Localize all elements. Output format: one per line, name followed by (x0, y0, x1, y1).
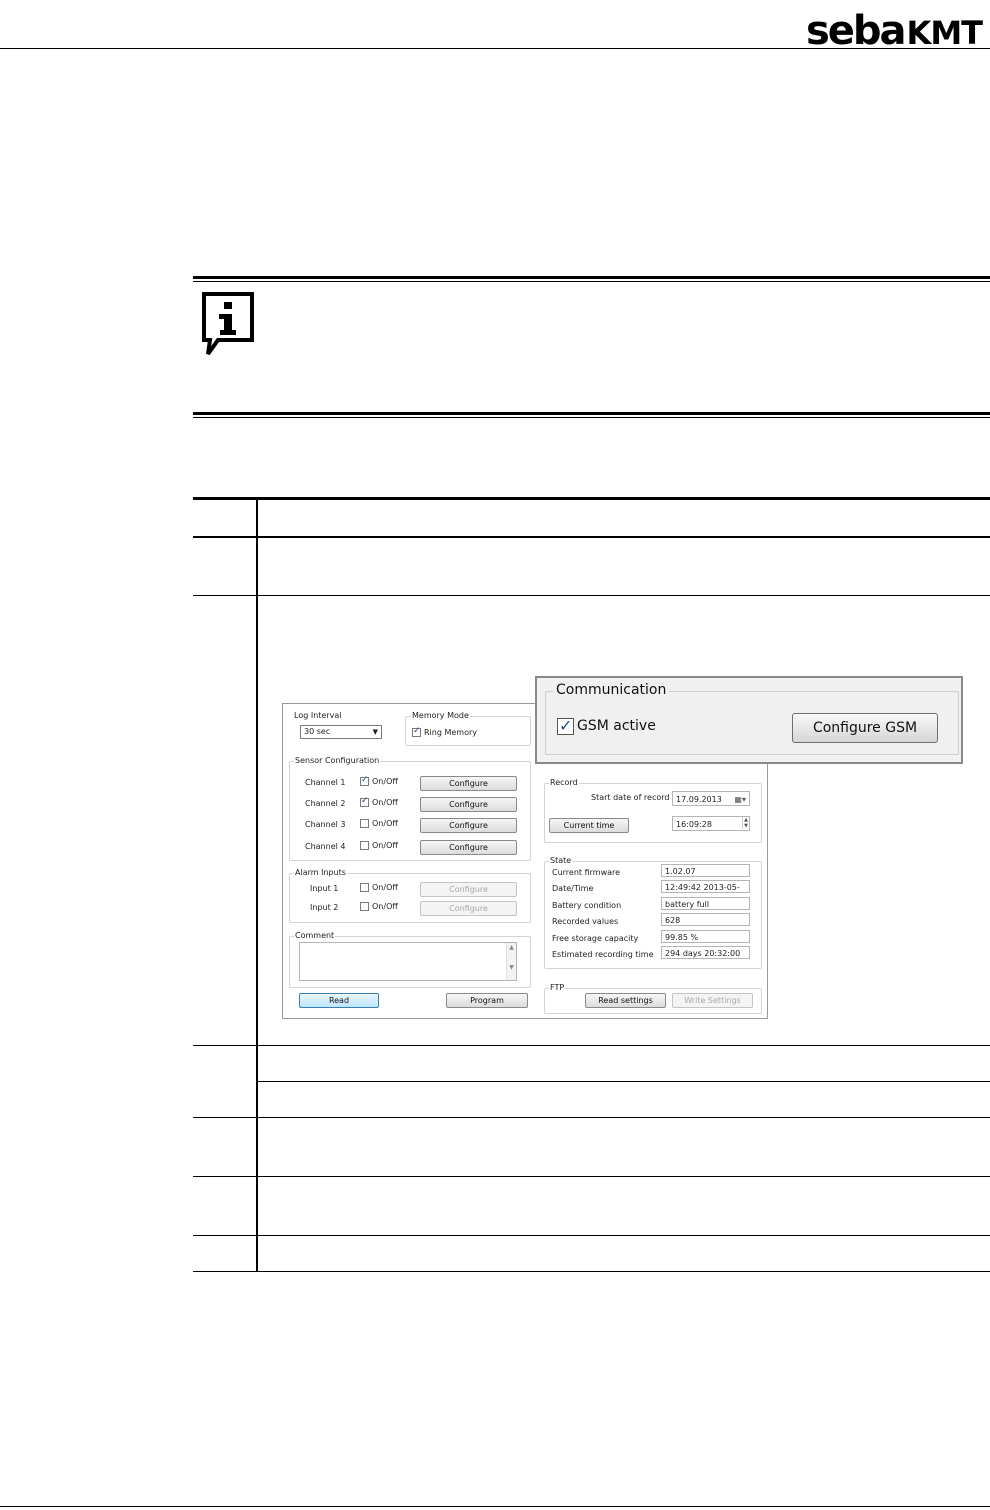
logo-kmt: KMT (906, 14, 983, 52)
channel-4-configure-button[interactable]: Configure (420, 840, 517, 855)
channel-2-configure-button[interactable]: Configure (420, 797, 517, 812)
table-row-rule (193, 595, 990, 596)
state-label: State (549, 856, 573, 865)
table-bottom-rule (193, 1271, 990, 1272)
memory-mode-label: Memory Mode (411, 711, 470, 720)
communication-title: Communication (553, 682, 670, 698)
ftp-label: FTP (549, 983, 566, 992)
program-button[interactable]: Program (446, 993, 528, 1008)
channel-3-checkbox[interactable] (360, 819, 369, 828)
channel-4-checkbox[interactable] (360, 841, 369, 850)
input-1-toggle-label: On/Off (372, 883, 398, 892)
state-row-value: 99.85 % (661, 930, 750, 943)
input-1-label: Input 1 (310, 884, 339, 893)
channel-2-checkbox[interactable] (360, 796, 369, 807)
start-date-value: 17.09.2013 (676, 795, 722, 804)
input-2-checkbox[interactable] (360, 902, 369, 911)
channel-1-configure-button[interactable]: Configure (420, 776, 517, 791)
note-bottom-rule (193, 412, 990, 418)
ring-memory-label: Ring Memory (424, 728, 478, 737)
gsm-active-label: GSM active (577, 718, 656, 734)
input-2-configure-button: Configure (420, 901, 517, 916)
log-interval-value: 30 sec (304, 727, 331, 736)
state-row-value: battery full (661, 897, 750, 910)
channel-2-toggle-label: On/Off (372, 798, 398, 807)
comment-label: Comment (294, 931, 336, 940)
table-row-rule (193, 1235, 990, 1236)
chevron-down-icon: ▼ (372, 728, 378, 736)
note-top-rule (193, 276, 990, 282)
table-top-rule (193, 497, 990, 500)
read-settings-button[interactable]: Read settings (585, 993, 666, 1008)
time-spinner-icon[interactable]: ▲ ▼ (742, 817, 748, 829)
state-row-name: Recorded values (552, 917, 619, 926)
sebakmt-logo: seba KMT (806, 8, 983, 54)
state-row-value: 294 days 20:32:00 (661, 946, 750, 959)
communication-zoom-callout: Communication GSM active Configure GSM (535, 676, 963, 764)
gsm-active-checkbox[interactable] (557, 716, 574, 735)
state-row-value: 1.02.07 (661, 864, 750, 877)
alarm-inputs-label: Alarm Inputs (294, 868, 347, 877)
sensor-configuration-label: Sensor Configuration (294, 756, 381, 765)
table-row-rule (193, 1117, 990, 1118)
table-header-rule (193, 536, 990, 538)
state-row-value: 628 (661, 913, 750, 926)
state-row-name: Date/Time (552, 884, 594, 893)
configure-gsm-button[interactable]: Configure GSM (792, 713, 938, 743)
comment-scrollbar[interactable]: ▲ ▼ (506, 943, 516, 980)
footer-rule (0, 1506, 990, 1507)
state-row-name: Battery condition (552, 901, 622, 910)
ring-memory-checkbox[interactable] (412, 726, 421, 737)
channel-3-configure-button[interactable]: Configure (420, 818, 517, 833)
current-time-button[interactable]: Current time (549, 818, 629, 833)
input-2-label: Input 2 (310, 903, 339, 912)
record-label: Record (549, 778, 579, 787)
channel-4-toggle-label: On/Off (372, 841, 398, 850)
channel-2-label: Channel 2 (305, 799, 346, 808)
state-row-value: 12:49:42 2013-05-16 (661, 880, 750, 905)
input-1-checkbox[interactable] (360, 883, 369, 892)
table-row-rule (193, 1176, 990, 1177)
input-1-configure-button: Configure (420, 882, 517, 897)
table-row-rule (193, 1045, 990, 1046)
comment-textarea[interactable]: ▲ ▼ (299, 942, 517, 981)
channel-1-checkbox[interactable] (360, 775, 369, 786)
log-interval-label: Log Interval (294, 711, 342, 720)
time-value: 16:09:28 (676, 820, 712, 829)
start-date-label: Start date of record (591, 793, 670, 802)
state-row-name: Estimated recording time (552, 950, 654, 959)
input-2-toggle-label: On/Off (372, 902, 398, 911)
start-date-field[interactable]: 17.09.2013 ▦▾ (672, 791, 750, 806)
log-interval-select[interactable]: 30 sec ▼ (300, 725, 382, 739)
channel-3-label: Channel 3 (305, 820, 346, 829)
info-icon (202, 292, 254, 356)
state-row-name: Free storage capacity (552, 934, 639, 943)
header-rule (0, 48, 990, 49)
channel-4-label: Channel 4 (305, 842, 346, 851)
channel-1-label: Channel 1 (305, 778, 346, 787)
time-field[interactable]: 16:09:28 ▲ ▼ (672, 816, 750, 831)
table-column-rule (256, 497, 258, 1272)
state-row-name: Current firmware (552, 868, 621, 877)
calendar-icon[interactable]: ▦▾ (734, 792, 746, 807)
table-row-rule (257, 1081, 990, 1082)
write-settings-button: Write Settings (672, 993, 753, 1008)
channel-3-toggle-label: On/Off (372, 819, 398, 828)
read-button[interactable]: Read (299, 993, 379, 1008)
channel-1-toggle-label: On/Off (372, 777, 398, 786)
